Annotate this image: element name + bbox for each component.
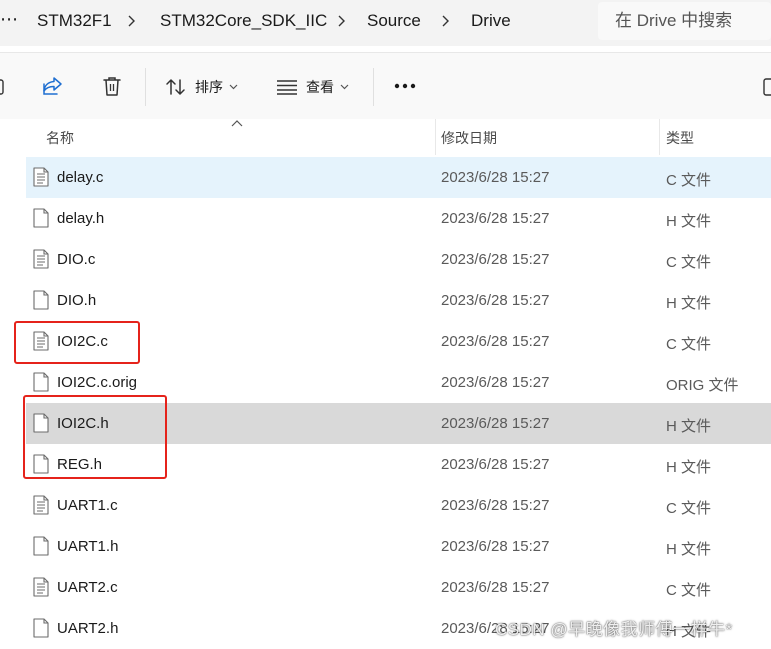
blank-file-icon [33,372,49,392]
column-header-modified[interactable]: 修改日期 [441,128,497,148]
file-name: DIO.h [57,292,97,309]
file-type: H 文件 [666,418,712,435]
search-input[interactable] [598,2,771,40]
file-type: H 文件 [666,295,712,312]
file-name: IOI2C.c.orig [57,374,138,391]
breadcrumb-item-source[interactable]: Source [367,11,421,31]
more-options-icon[interactable] [394,83,416,89]
watermark-text: CSDN @早晚像我师傅一样牛* [495,620,733,639]
chevron-down-icon [340,84,349,90]
file-name: UART2.c [57,579,118,596]
breadcrumb-item-stm32f1[interactable]: STM32F1 [37,11,112,31]
blank-file-icon [33,536,49,556]
file-type: H 文件 [666,213,712,230]
sort-icon [166,79,185,95]
file-row[interactable]: delay.h 2023/6/28 15:27 H 文件 [26,198,771,239]
view-label: 查看 [306,79,334,95]
blank-file-icon [33,208,49,228]
file-name: delay.c [57,169,104,186]
highlight-box-ioi2c-c [14,321,140,364]
blank-file-icon [33,290,49,310]
file-row[interactable]: delay.c 2023/6/28 15:27 C 文件 [26,157,771,198]
file-type: C 文件 [666,172,712,189]
breadcrumb-item-drive[interactable]: Drive [471,11,511,31]
highlight-box-ioi2c-h-reg-h [23,395,167,479]
navigation-pane-edge [0,119,26,645]
column-divider[interactable] [435,119,436,155]
code-file-icon [33,577,49,597]
delete-icon[interactable] [102,75,122,97]
breadcrumb-item-sdk-iic[interactable]: STM32Core_SDK_IIC [160,11,327,31]
sort-label: 排序 [195,79,223,95]
details-pane-icon[interactable] [763,78,771,96]
view-list-icon [277,80,297,95]
file-modified-date: 2023/6/28 15:27 [441,292,550,309]
share-icon[interactable] [41,76,63,96]
toolbar-divider [145,68,146,106]
toolbar-divider [373,68,374,106]
file-type: C 文件 [666,500,712,517]
file-row[interactable]: UART1.h 2023/6/28 15:27 H 文件 [26,526,771,567]
file-modified-date: 2023/6/28 15:27 [441,456,550,473]
file-name: DIO.c [57,251,96,268]
file-name: UART1.h [57,538,119,555]
column-divider[interactable] [659,119,660,155]
file-modified-date: 2023/6/28 15:27 [441,579,550,596]
code-file-icon [33,495,49,515]
blank-file-icon [33,618,49,638]
file-modified-date: 2023/6/28 15:27 [441,497,550,514]
view-button[interactable]: 查看 [276,73,349,101]
file-row[interactable]: DIO.h 2023/6/28 15:27 H 文件 [26,280,771,321]
column-header-row: 名称 修改日期 类型 [26,119,771,155]
file-name: UART2.h [57,620,119,637]
command-toolbar: 排序 查看 [0,52,771,120]
file-name: delay.h [57,210,105,227]
chevron-right-icon [442,15,449,27]
chevron-down-icon [229,84,238,90]
column-header-type[interactable]: 类型 [666,128,694,148]
file-modified-date: 2023/6/28 15:27 [441,169,550,186]
sort-ascending-icon [231,120,243,127]
file-type: C 文件 [666,582,712,599]
file-name: UART1.c [57,497,118,514]
file-type: C 文件 [666,254,712,271]
file-type: H 文件 [666,459,712,476]
file-type: ORIG 文件 [666,377,739,394]
file-modified-date: 2023/6/28 15:27 [441,374,550,391]
file-modified-date: 2023/6/28 15:27 [441,415,550,432]
copy-icon[interactable] [0,78,6,96]
file-row[interactable]: DIO.c 2023/6/28 15:27 C 文件 [26,239,771,280]
sort-button[interactable]: 排序 [165,73,238,101]
file-row[interactable]: UART2.c 2023/6/28 15:27 C 文件 [26,567,771,608]
address-bar: ⋯ STM32F1 STM32Core_SDK_IIC Source Drive [0,0,771,46]
file-type: C 文件 [666,336,712,353]
file-modified-date: 2023/6/28 15:27 [441,210,550,227]
breadcrumb-overflow-button[interactable]: ⋯ [0,9,19,30]
code-file-icon [33,249,49,269]
chevron-right-icon [338,15,345,27]
code-file-icon [33,167,49,187]
file-type: H 文件 [666,541,712,558]
file-modified-date: 2023/6/28 15:27 [441,333,550,350]
chevron-right-icon [128,15,135,27]
file-row[interactable]: UART1.c 2023/6/28 15:27 C 文件 [26,485,771,526]
file-modified-date: 2023/6/28 15:27 [441,538,550,555]
column-header-name[interactable]: 名称 [46,128,74,148]
file-modified-date: 2023/6/28 15:27 [441,251,550,268]
